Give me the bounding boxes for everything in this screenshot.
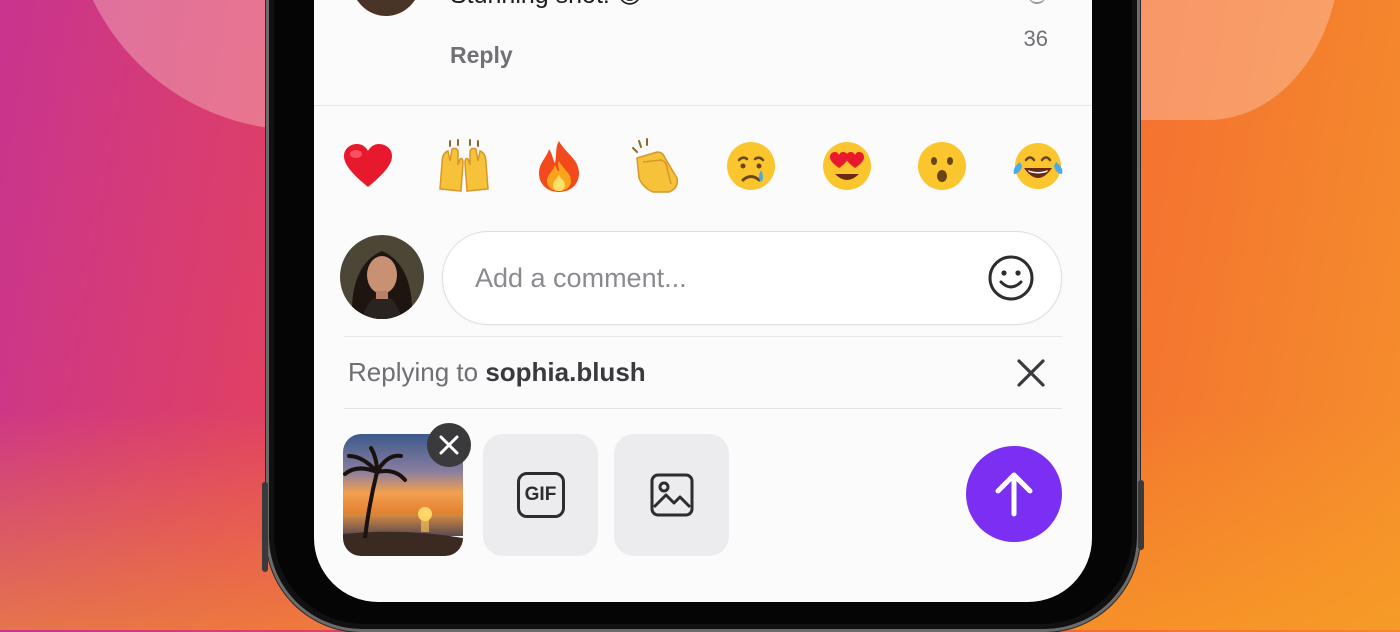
reaction-heart[interactable] (338, 136, 398, 196)
reaction-clapping-hands[interactable] (625, 136, 685, 196)
reaction-raised-hands[interactable] (434, 136, 494, 196)
close-icon (1017, 359, 1045, 387)
reaction-crying-face[interactable] (721, 136, 781, 196)
send-button[interactable] (966, 446, 1062, 542)
gif-button[interactable]: GIF (483, 434, 598, 556)
avatar-image (352, 0, 420, 16)
close-icon (439, 435, 459, 455)
heart-icon (344, 144, 392, 187)
crying-face-icon (726, 142, 775, 190)
replying-username: sophia.blush (485, 357, 646, 387)
reaction-heart-eyes[interactable] (817, 136, 877, 196)
raised-hands-icon (438, 139, 489, 192)
comment-input[interactable] (473, 256, 977, 300)
reaction-tears-of-joy[interactable] (1008, 136, 1068, 196)
commenter-avatar[interactable] (352, 0, 420, 16)
cancel-reply-button[interactable] (1014, 356, 1048, 390)
arrow-up-icon (995, 472, 1033, 517)
comments-screen: Stunning shot! 😍 Reply 36 (314, 0, 1092, 602)
divider (344, 336, 1062, 337)
avatar-image (340, 235, 424, 319)
emoji-picker-button[interactable] (987, 254, 1035, 302)
phone-side-button-right (1138, 480, 1144, 550)
fire-icon (539, 141, 580, 192)
tears-of-joy-icon (1013, 143, 1063, 189)
comment-text: Stunning shot! 😍 (450, 0, 643, 10)
remove-attachment-button[interactable] (427, 423, 471, 467)
replying-prefix: Replying to (348, 357, 479, 387)
gif-icon: GIF (516, 472, 565, 518)
like-heart-icon[interactable] (1028, 0, 1046, 4)
quick-reactions-bar (338, 136, 1068, 196)
phone-side-button-left (262, 482, 268, 572)
reaction-fire[interactable] (529, 136, 589, 196)
divider (314, 105, 1092, 106)
clapping-hands-icon (632, 138, 679, 193)
replying-to-banner: Replying to sophia.blush (348, 357, 646, 388)
divider (344, 408, 1062, 409)
image-icon (650, 473, 693, 517)
heart-eyes-icon (822, 142, 871, 190)
reaction-surprised-face[interactable] (912, 136, 972, 196)
smiley-icon (988, 255, 1034, 301)
surprised-face-icon (918, 142, 967, 190)
reply-button[interactable]: Reply (450, 42, 513, 69)
comment-box (442, 231, 1062, 325)
like-count: 36 (1023, 26, 1048, 51)
comment-item: Stunning shot! 😍 Reply 36 (314, 0, 1092, 106)
user-avatar[interactable] (340, 235, 424, 319)
add-image-button[interactable] (614, 434, 729, 556)
